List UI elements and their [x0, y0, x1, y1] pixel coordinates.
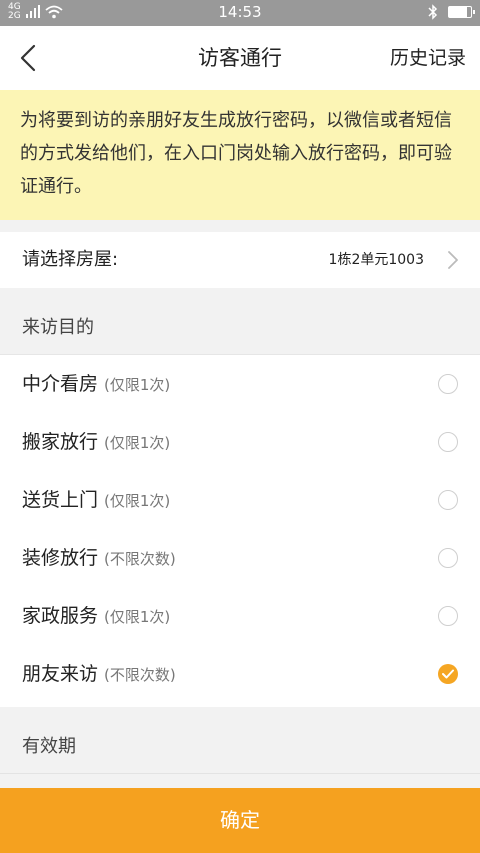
- purpose-name: 装修放行: [22, 547, 99, 569]
- purpose-name: 送货上门: [22, 489, 99, 511]
- bluetooth-icon: [428, 4, 438, 20]
- notice-banner: 为将要到访的亲朋好友生成放行密码，以微信或者短信的方式发给他们，在入口门岗处输入…: [0, 90, 480, 220]
- house-value: 1栋2单元1003: [328, 252, 424, 268]
- purpose-limit: (仅限1次): [104, 376, 171, 394]
- history-button[interactable]: 历史记录: [390, 26, 466, 90]
- purpose-limit: (仅限1次): [104, 608, 171, 626]
- chevron-left-icon: [20, 44, 36, 72]
- purpose-section-title: 来访目的: [22, 317, 94, 338]
- check-icon: [442, 669, 454, 679]
- purpose-list: 中介看房 (仅限1次) 搬家放行 (仅限1次) 送货上门 (仅限1次) 装修放行 (不限次数)…: [0, 354, 480, 707]
- radio-unchecked-icon[interactable]: [438, 548, 458, 568]
- chevron-right-icon: [448, 251, 458, 269]
- purpose-item[interactable]: 中介看房 (仅限1次): [0, 355, 480, 413]
- purpose-limit: (不限次数): [104, 666, 176, 684]
- confirm-button[interactable]: 确定: [0, 788, 480, 853]
- radio-unchecked-icon[interactable]: [438, 606, 458, 626]
- purpose-name: 家政服务: [22, 605, 99, 627]
- house-label: 请选择房屋:: [22, 249, 119, 270]
- purpose-item-label: 朋友来访 (不限次数): [22, 645, 176, 704]
- purpose-item-label: 中介看房 (仅限1次): [22, 355, 170, 414]
- validity-section-title: 有效期: [22, 736, 76, 757]
- purpose-item[interactable]: 朋友来访 (不限次数): [0, 645, 480, 703]
- purpose-limit: (仅限1次): [104, 492, 171, 510]
- status-bar: 4G 2G 14:53: [0, 0, 480, 26]
- status-right: [428, 4, 475, 20]
- purpose-limit: (仅限1次): [104, 434, 171, 452]
- house-selector[interactable]: 请选择房屋: 1栋2单元1003: [0, 232, 480, 288]
- purpose-item-label: 家政服务 (仅限1次): [22, 587, 170, 646]
- purpose-name: 朋友来访: [22, 663, 99, 685]
- validity-divider: [0, 773, 480, 774]
- radio-unchecked-icon[interactable]: [438, 374, 458, 394]
- radio-unchecked-icon[interactable]: [438, 432, 458, 452]
- purpose-item-label: 搬家放行 (仅限1次): [22, 413, 170, 472]
- purpose-item[interactable]: 送货上门 (仅限1次): [0, 471, 480, 529]
- purpose-limit: (不限次数): [104, 550, 176, 568]
- purpose-item[interactable]: 家政服务 (仅限1次): [0, 587, 480, 645]
- purpose-name: 中介看房: [22, 373, 99, 395]
- radio-unchecked-icon[interactable]: [438, 490, 458, 510]
- nav-bar: 访客通行 历史记录: [0, 26, 480, 90]
- purpose-item[interactable]: 搬家放行 (仅限1次): [0, 413, 480, 471]
- purpose-name: 搬家放行: [22, 431, 99, 453]
- status-time: 14:53: [218, 3, 262, 21]
- back-button[interactable]: [10, 36, 54, 80]
- battery-fill: [449, 7, 467, 17]
- purpose-item[interactable]: 装修放行 (不限次数): [0, 529, 480, 587]
- battery-icon: [448, 6, 475, 18]
- purpose-item-label: 装修放行 (不限次数): [22, 529, 176, 588]
- purpose-item-label: 送货上门 (仅限1次): [22, 471, 170, 530]
- radio-checked-icon[interactable]: [438, 664, 458, 684]
